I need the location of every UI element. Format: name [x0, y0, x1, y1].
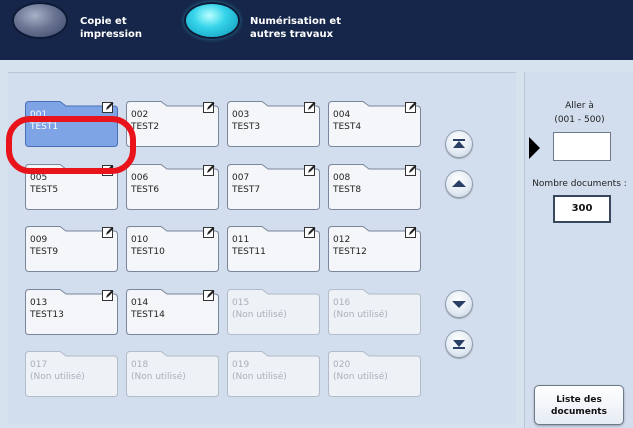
folder-number: 013: [30, 298, 48, 308]
folder-number: 006: [131, 173, 149, 183]
folder-name: TEST4: [333, 122, 362, 132]
goto-range: (001 - 500): [554, 115, 605, 125]
goto-input[interactable]: [553, 132, 611, 161]
folder-name: TEST10: [131, 247, 165, 257]
folder-name: TEST6: [131, 185, 160, 195]
folder-name: (Non utilisé): [333, 372, 388, 382]
folder-number: 011: [232, 235, 250, 245]
folder-tile[interactable]: 008 TEST8: [327, 163, 422, 211]
folder-tile[interactable]: 010 TEST10: [125, 225, 220, 273]
edit-icon: [405, 165, 417, 176]
scroll-down-icon: [452, 301, 466, 308]
edit-icon: [203, 227, 215, 238]
folder-number: 010: [131, 235, 149, 245]
edit-icon: [304, 102, 316, 113]
edit-icon: [203, 290, 215, 301]
folder-name: TEST2: [131, 122, 160, 132]
edit-icon: [102, 227, 114, 238]
folder-name: (Non utilisé): [333, 310, 388, 320]
folder-number: 015: [232, 298, 250, 308]
highlight-circle: [6, 116, 136, 174]
document-count-value: 300: [553, 195, 611, 223]
folder-number: 008: [333, 173, 351, 183]
folder-number: 009: [30, 235, 48, 245]
folder-name: TEST8: [333, 185, 362, 195]
header-bar: Copie et impression Numérisation et autr…: [0, 0, 633, 60]
scroll-down-button[interactable]: [445, 290, 473, 318]
folder-number: 005: [30, 173, 48, 183]
scroll-top-icon: [453, 139, 465, 148]
folder-tile[interactable]: 012 TEST12: [327, 225, 422, 273]
folder-number: 004: [333, 110, 351, 120]
edit-icon: [405, 102, 417, 113]
edit-icon: [203, 165, 215, 176]
folder-tile[interactable]: 018 (Non utilisé): [125, 350, 220, 398]
scroll-top-button[interactable]: [445, 130, 473, 158]
folder-tile[interactable]: 016 (Non utilisé): [327, 288, 422, 336]
folder-tile[interactable]: 020 (Non utilisé): [327, 350, 422, 398]
folder-name: TEST14: [131, 310, 165, 320]
folder-name: TEST13: [30, 310, 64, 320]
folder-tile[interactable]: 009 TEST9: [24, 225, 119, 273]
folder-name: (Non utilisé): [30, 372, 85, 382]
folder-number: 017: [30, 360, 48, 370]
folder-number: 016: [333, 298, 351, 308]
folder-number: 014: [131, 298, 149, 308]
edit-icon: [304, 165, 316, 176]
folder-tile[interactable]: 014 TEST14: [125, 288, 220, 336]
pointer-arrow-icon: [529, 137, 540, 159]
document-list-button[interactable]: Liste des documents: [534, 385, 624, 425]
folder-name: (Non utilisé): [232, 310, 287, 320]
scan-other-tab-label[interactable]: Numérisation et autres travaux: [250, 15, 360, 41]
folder-number: 007: [232, 173, 250, 183]
folder-name: TEST9: [30, 247, 59, 257]
copy-print-tab-button[interactable]: [14, 4, 66, 37]
goto-panel: Aller à (001 - 500) Nombre documents : 3…: [524, 72, 633, 428]
folder-name: TEST7: [232, 185, 261, 195]
folder-tile[interactable]: 007 TEST7: [226, 163, 321, 211]
folder-tile[interactable]: 017 (Non utilisé): [24, 350, 119, 398]
scroll-up-button[interactable]: [445, 170, 473, 198]
folder-name: TEST5: [30, 185, 59, 195]
scroll-bottom-icon: [453, 340, 465, 349]
folder-tile[interactable]: 003 TEST3: [226, 100, 321, 148]
folder-name: TEST12: [333, 247, 367, 257]
folder-number: 020: [333, 360, 351, 370]
folder-number: 012: [333, 235, 351, 245]
edit-icon: [102, 290, 114, 301]
scroll-up-icon: [452, 180, 466, 187]
folder-number: 002: [131, 110, 149, 120]
folder-number: 003: [232, 110, 250, 120]
edit-icon: [102, 102, 114, 113]
folder-tile[interactable]: 013 TEST13: [24, 288, 119, 336]
document-count-label: Nombre documents :: [532, 179, 627, 189]
scroll-bottom-button[interactable]: [445, 330, 473, 358]
folder-tile[interactable]: 011 TEST11: [226, 225, 321, 273]
folder-number: 018: [131, 360, 149, 370]
folder-tile[interactable]: 004 TEST4: [327, 100, 422, 148]
edit-icon: [304, 227, 316, 238]
edit-icon: [203, 102, 215, 113]
edit-icon: [405, 227, 417, 238]
folder-tile[interactable]: 015 (Non utilisé): [226, 288, 321, 336]
folder-tile[interactable]: 019 (Non utilisé): [226, 350, 321, 398]
folder-name: TEST3: [232, 122, 261, 132]
folder-number: 019: [232, 360, 250, 370]
goto-label: Aller à: [565, 101, 594, 111]
folder-name: (Non utilisé): [131, 372, 186, 382]
folder-tile[interactable]: 006 TEST6: [125, 163, 220, 211]
folder-name: (Non utilisé): [232, 372, 287, 382]
folder-name: TEST11: [232, 247, 266, 257]
screen: Copie et impression Numérisation et autr…: [0, 0, 633, 428]
folder-tile[interactable]: 002 TEST2: [125, 100, 220, 148]
scan-other-tab-button[interactable]: [186, 4, 238, 37]
copy-print-tab-label[interactable]: Copie et impression: [80, 15, 170, 41]
